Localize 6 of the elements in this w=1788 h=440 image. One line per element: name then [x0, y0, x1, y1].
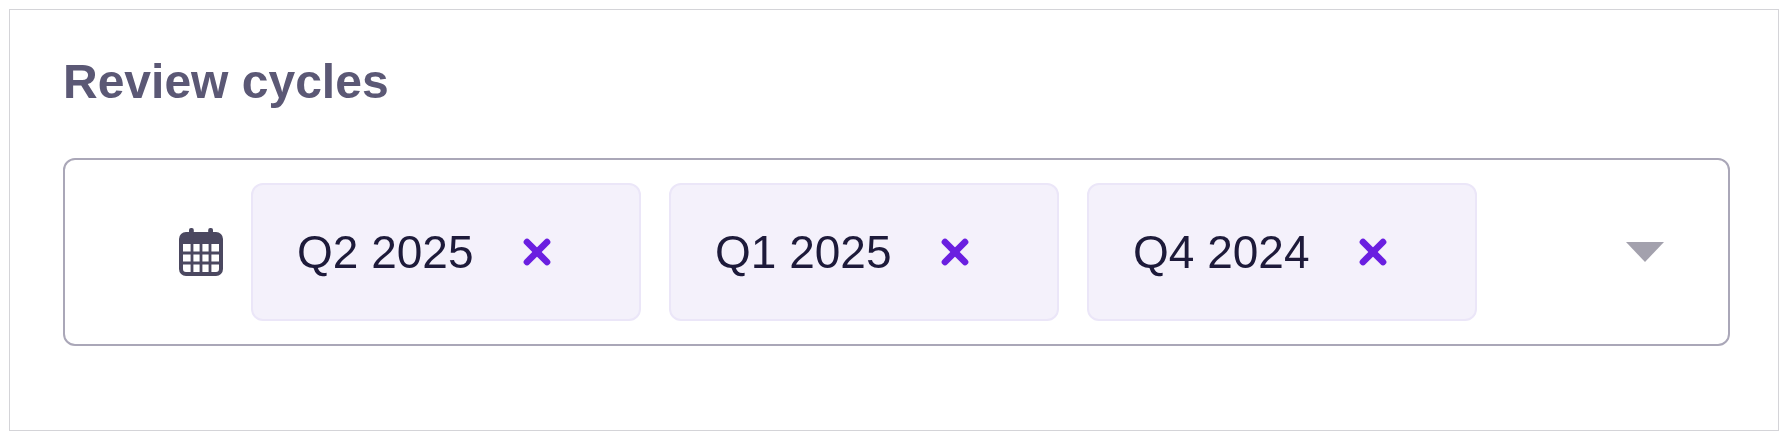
multi-select-field[interactable]: Q2 2025 Q1 2025 Q4 2024	[63, 158, 1730, 346]
chip-label: Q2 2025	[297, 224, 474, 280]
chip-label: Q4 2024	[1133, 224, 1310, 280]
section-title: Review cycles	[63, 58, 390, 106]
chip-label: Q1 2025	[715, 224, 892, 280]
calendar-icon	[177, 226, 225, 278]
